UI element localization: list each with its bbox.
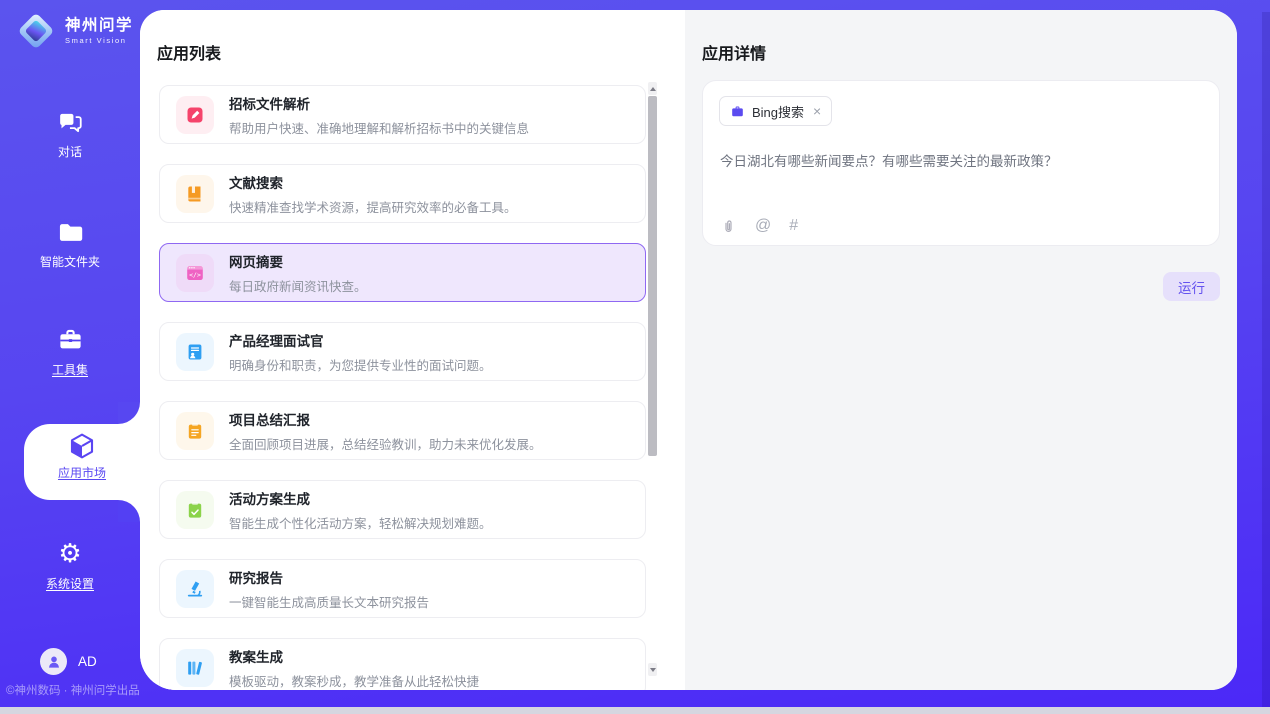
app-card-desc: 每日政府新闻资讯快查。: [229, 276, 367, 295]
app-card-title: 项目总结汇报: [229, 409, 542, 429]
window-bottom-strip: [0, 707, 1270, 714]
query-input[interactable]: 今日湖北有哪些新闻要点？有哪些需要关注的最新政策？: [720, 152, 1197, 173]
app-card-list: 招标文件解析 帮助用户快速、准确地理解和解析招标书中的关键信息 文献搜索 快速精…: [159, 85, 646, 690]
app-card-title: 文献搜索: [229, 172, 517, 192]
sidebar-item-chat[interactable]: 对话: [0, 108, 140, 160]
app-card-desc: 快速精准查找学术资源，提高研究效率的必备工具。: [229, 197, 517, 216]
app-card-title: 网页摘要: [229, 251, 367, 271]
pencil-square-icon: [176, 96, 214, 134]
app-card-desc: 全面回顾项目进展，总结经验教训，助力未来优化发展。: [229, 434, 542, 453]
browser-code-icon: </>: [176, 254, 214, 292]
scrollbar-thumb[interactable]: [648, 96, 657, 456]
app-detail-panel: 应用详情 Bing搜索 × 今日湖北有哪些新闻要点？有哪些需要关注的最新政策？ …: [685, 10, 1237, 690]
at-icon[interactable]: @: [755, 217, 771, 235]
paperclip-icon[interactable]: [720, 218, 737, 235]
sidebar-footer: ©神州数码 · 神州问学出品: [6, 682, 140, 698]
app-card-title: 产品经理面试官: [229, 330, 492, 350]
avatar: [40, 648, 67, 675]
sidebar-item-app-market-active[interactable]: 应用市场: [24, 424, 140, 500]
scrollbar: [648, 82, 657, 676]
app-card-desc: 明确身份和职责，为您提供专业性的面试问题。: [229, 355, 492, 374]
scroll-down-button[interactable]: [648, 663, 657, 676]
cube-icon: [24, 432, 140, 460]
app-list-panel: 应用列表 招标文件解析 帮助用户快速、准确地理解和解析招标书中的关键信息 文献搜…: [140, 10, 685, 690]
bump-curve-bottom: [118, 500, 140, 522]
briefcase-icon: [730, 104, 745, 119]
brand-logo: 神州问学 Smart Vision: [18, 13, 133, 49]
query-card: Bing搜索 × 今日湖北有哪些新闻要点？有哪些需要关注的最新政策？ @ #: [702, 80, 1220, 246]
sidebar-item-toolset[interactable]: 工具集: [0, 326, 140, 378]
sidebar-item-label: 应用市场: [24, 464, 140, 481]
tool-chip-bing-search[interactable]: Bing搜索 ×: [719, 96, 832, 126]
app-card-desc: 一键智能生成高质量长文本研究报告: [229, 592, 429, 611]
book-icon: [176, 175, 214, 213]
app-card-desc: 智能生成个性化活动方案，轻松解决规划难题。: [229, 513, 492, 532]
app-detail-title: 应用详情: [702, 40, 766, 64]
app-card-title: 研究报告: [229, 567, 429, 587]
sidebar: 神州问学 Smart Vision 对话 智能文件夹: [0, 0, 140, 714]
brand-diamond-icon: [18, 13, 54, 49]
toolbox-icon: [0, 326, 140, 354]
app-card-title: 招标文件解析: [229, 93, 529, 113]
sidebar-item-label: 系统设置: [0, 575, 140, 592]
books-icon: [176, 649, 214, 687]
scroll-down-icon: [650, 668, 656, 672]
attachment-toolbar: @ #: [720, 217, 798, 235]
chat-icon: [0, 108, 140, 136]
app-card[interactable]: 招标文件解析 帮助用户快速、准确地理解和解析招标书中的关键信息: [159, 85, 646, 144]
app-card[interactable]: 研究报告 一键智能生成高质量长文本研究报告: [159, 559, 646, 618]
sidebar-item-label: 智能文件夹: [0, 253, 140, 270]
interview-icon: [176, 333, 214, 371]
run-button[interactable]: 运行: [1163, 272, 1220, 301]
clipboard-icon: [176, 412, 214, 450]
brand-subtitle: Smart Vision: [65, 37, 133, 45]
app-card[interactable]: 活动方案生成 智能生成个性化活动方案，轻松解决规划难题。: [159, 480, 646, 539]
app-card-title: 教案生成: [229, 646, 479, 666]
sidebar-item-label: 对话: [0, 143, 140, 160]
scroll-up-button[interactable]: [648, 82, 657, 95]
brand-name: 神州问学: [65, 18, 133, 34]
app-card[interactable]: </> 网页摘要 每日政府新闻资讯快查。: [159, 243, 646, 302]
sidebar-item-label: 工具集: [0, 361, 140, 378]
app-card[interactable]: 项目总结汇报 全面回顾项目进展，总结经验教训，助力未来优化发展。: [159, 401, 646, 460]
close-icon[interactable]: ×: [813, 104, 821, 118]
user-account[interactable]: AD: [40, 648, 97, 675]
app-list-title: 应用列表: [157, 40, 221, 64]
user-initials: AD: [78, 654, 97, 669]
bump-curve-top: [118, 402, 140, 424]
sidebar-item-smart-folder[interactable]: 智能文件夹: [0, 218, 140, 270]
svg-text:</>: </>: [189, 271, 201, 279]
research-icon: [176, 570, 214, 608]
app-card[interactable]: 教案生成 模板驱动，教案秒成，教学准备从此轻松快捷: [159, 638, 646, 690]
scroll-up-icon: [650, 87, 656, 91]
tool-chip-label: Bing搜索: [752, 102, 804, 121]
folder-icon: [0, 218, 140, 246]
app-card-title: 活动方案生成: [229, 488, 492, 508]
hash-icon[interactable]: #: [789, 217, 798, 235]
main-content: 应用列表 招标文件解析 帮助用户快速、准确地理解和解析招标书中的关键信息 文献搜…: [140, 10, 1237, 690]
sidebar-item-settings[interactable]: ⚙ 系统设置: [0, 540, 140, 592]
clipboard-check-icon: [176, 491, 214, 529]
app-card-desc: 帮助用户快速、准确地理解和解析招标书中的关键信息: [229, 118, 529, 137]
person-icon: [46, 654, 62, 670]
app-card[interactable]: 产品经理面试官 明确身份和职责，为您提供专业性的面试问题。: [159, 322, 646, 381]
gear-icon: ⚙: [0, 540, 140, 568]
app-card[interactable]: 文献搜索 快速精准查找学术资源，提高研究效率的必备工具。: [159, 164, 646, 223]
window-right-edge: [1262, 12, 1270, 707]
app-card-desc: 模板驱动，教案秒成，教学准备从此轻松快捷: [229, 671, 479, 690]
